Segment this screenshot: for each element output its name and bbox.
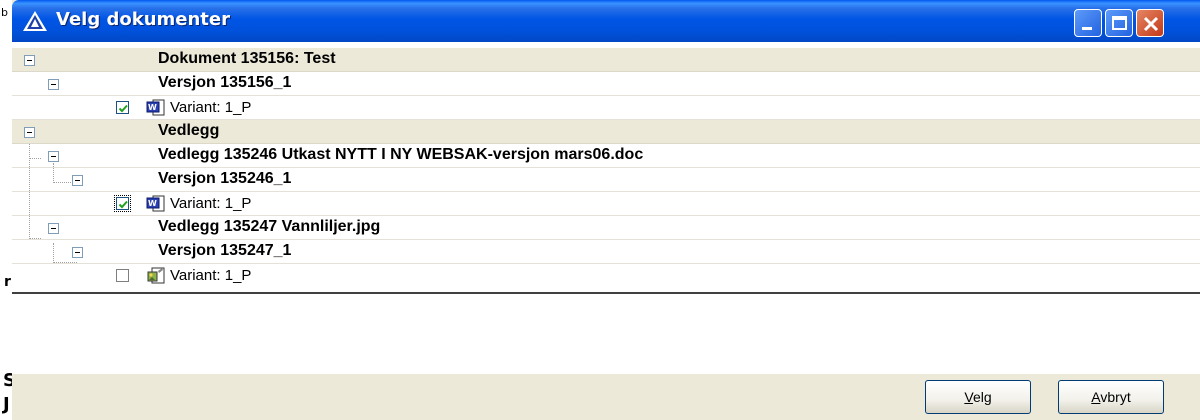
close-icon <box>1143 16 1159 32</box>
version-label: Versjon 135156_1 <box>158 74 292 91</box>
minimize-button[interactable] <box>1074 9 1102 37</box>
tree-row-attachment[interactable]: Vedlegg 135246 Utkast NYTT I NY WEBSAK-v… <box>12 144 1200 168</box>
variant-checkbox[interactable] <box>116 269 129 282</box>
background-strip <box>0 0 12 420</box>
collapse-icon[interactable] <box>48 223 59 234</box>
svg-text:W: W <box>148 103 157 112</box>
document-title: Dokument 135156: Test <box>158 50 336 67</box>
dialog-footer: Velg Avbryt <box>12 374 1200 420</box>
document-tree[interactable]: Dokument 135156: Test Versjon 135156_1 W… <box>12 42 1200 294</box>
tree-row-attachments[interactable]: Vedlegg <box>12 120 1200 144</box>
app-triangle-icon <box>23 11 47 31</box>
title-bar[interactable]: Velg dokumenter <box>12 0 1200 42</box>
svg-text:W: W <box>148 199 157 208</box>
window-title: Velg dokumenter <box>56 9 230 30</box>
tree-row-variant[interactable]: W Variant: 1_P <box>12 96 1200 120</box>
maximize-button[interactable] <box>1105 9 1133 37</box>
select-button-label: elg <box>972 389 992 405</box>
background-text-fragment: r <box>4 274 11 290</box>
word-doc-icon: W <box>146 195 165 212</box>
collapse-icon[interactable] <box>24 127 35 138</box>
tree-row-attachment[interactable]: Vedlegg 135247 Vannliljer.jpg <box>12 216 1200 240</box>
background-text-fragment: b <box>1 6 8 19</box>
tree-row-variant[interactable]: Variant: 1_P <box>12 264 1200 288</box>
tree-row-variant[interactable]: W Variant: 1_P <box>12 192 1200 216</box>
collapse-icon[interactable] <box>24 55 35 66</box>
select-button[interactable]: Velg <box>925 380 1031 414</box>
attachment-title: Vedlegg 135246 Utkast NYTT I NY WEBSAK-v… <box>158 146 644 163</box>
collapse-icon[interactable] <box>48 151 59 162</box>
tree-row-document[interactable]: Dokument 135156: Test <box>12 48 1200 72</box>
collapse-icon[interactable] <box>72 247 83 258</box>
variant-checkbox[interactable] <box>116 101 129 114</box>
cancel-button[interactable]: Avbryt <box>1058 380 1164 414</box>
variant-label: Variant: 1_P <box>170 195 252 212</box>
select-documents-dialog: Velg dokumenter Dokument 135156: Test Ve… <box>12 0 1200 420</box>
variant-checkbox[interactable] <box>114 195 131 212</box>
empty-area <box>12 294 1200 374</box>
tree-row-version[interactable]: Versjon 135247_1 <box>12 240 1200 264</box>
image-file-icon <box>147 267 165 284</box>
cancel-button-mnemonic: A <box>1091 389 1101 405</box>
minimize-icon <box>1082 27 1092 30</box>
attachments-label: Vedlegg <box>158 122 220 139</box>
version-label: Versjon 135247_1 <box>158 242 292 259</box>
maximize-icon <box>1112 16 1127 30</box>
variant-label: Variant: 1_P <box>170 267 252 284</box>
checkbox-checked-icon <box>118 200 128 209</box>
select-button-mnemonic: V <box>964 389 973 405</box>
tree-row-version[interactable]: Versjon 135156_1 <box>12 72 1200 96</box>
variant-label: Variant: 1_P <box>170 99 252 116</box>
collapse-icon[interactable] <box>48 79 59 90</box>
cancel-button-label: vbryt <box>1100 389 1131 405</box>
word-doc-icon: W <box>146 99 165 116</box>
background-text-fragment: J <box>3 394 10 415</box>
collapse-icon[interactable] <box>72 175 83 186</box>
version-label: Versjon 135246_1 <box>158 170 292 187</box>
tree-row-version[interactable]: Versjon 135246_1 <box>12 168 1200 192</box>
attachment-title: Vedlegg 135247 Vannliljer.jpg <box>158 218 381 235</box>
close-button[interactable] <box>1136 9 1164 37</box>
checkbox-checked-icon <box>118 104 128 113</box>
